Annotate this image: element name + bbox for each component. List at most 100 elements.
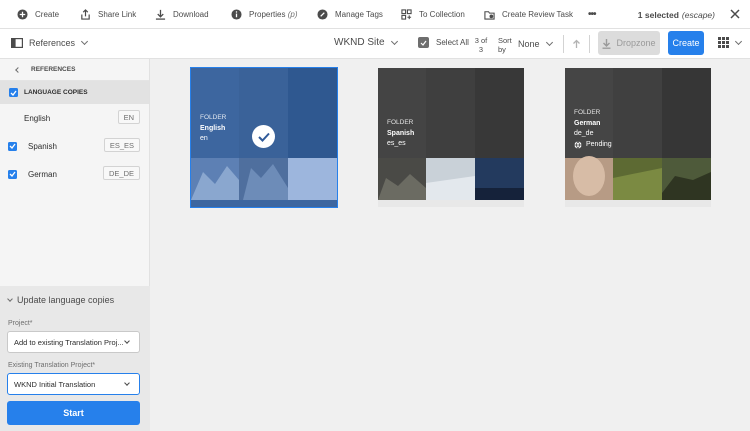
chevron-down-icon: [734, 37, 743, 45]
dropzone-button[interactable]: Dropzone: [598, 31, 660, 55]
folder-meta: FOLDER English en: [200, 113, 226, 145]
share-link-action[interactable]: Share Link: [80, 0, 136, 29]
references-header-label: REFERENCES: [31, 66, 76, 73]
review-task-icon: [484, 9, 495, 20]
folder-code: de_de: [574, 130, 594, 137]
folder-card-spanish[interactable]: FOLDER Spanish es_es: [378, 68, 524, 207]
card-footer: [191, 200, 337, 207]
sort-select-value: None: [518, 39, 540, 49]
globe-icon: [574, 141, 582, 149]
content-bar: References WKND Site Select All 3 of 3 S…: [0, 29, 750, 59]
add-circle-icon: [17, 9, 28, 20]
item-count-line2: 3: [478, 45, 484, 54]
language-copies-label: LANGUAGE COPIES: [24, 89, 88, 96]
create-action[interactable]: Create: [17, 0, 59, 29]
download-action[interactable]: Download: [155, 0, 209, 29]
chevron-down-icon: [7, 295, 13, 302]
checkmark-icon[interactable]: [252, 125, 275, 148]
existing-project-value: WKND Initial Translation: [14, 379, 96, 389]
chevron-down-icon: [124, 380, 130, 386]
divider: [589, 35, 590, 53]
item-count-line1: 3 of: [474, 36, 488, 45]
share-icon: [80, 9, 91, 20]
to-collection-label: To Collection: [419, 10, 465, 19]
update-language-copies-title: Update language copies: [17, 295, 115, 305]
folder-type: FOLDER: [200, 114, 227, 121]
folder-card-english[interactable]: FOLDER English en: [190, 67, 338, 208]
create-action-label: Create: [35, 10, 60, 19]
folder-status: Pending: [574, 140, 612, 151]
checkbox-checked-icon: [9, 88, 18, 97]
item-count: 3 of 3: [474, 36, 488, 54]
grid-view-icon: [718, 37, 729, 48]
divider: [563, 35, 564, 53]
download-icon: [155, 9, 166, 20]
select-all-label: Select All: [436, 38, 469, 47]
sort-direction-icon[interactable]: [572, 39, 581, 49]
properties-label: Properties: [249, 10, 286, 19]
language-name: Spanish: [28, 141, 57, 151]
site-breadcrumb-label: WKND Site: [334, 37, 385, 48]
chevron-down-icon: [390, 37, 398, 45]
close-icon[interactable]: [729, 8, 741, 20]
update-language-copies-toggle[interactable]: Update language copies: [7, 295, 115, 305]
project-select[interactable]: Add to existing Translation Proj...: [7, 331, 140, 353]
create-review-task-action[interactable]: Create Review Task: [484, 0, 573, 29]
properties-shortcut: (p): [287, 10, 298, 19]
language-copies-header[interactable]: LANGUAGE COPIES: [0, 81, 149, 104]
chevron-down-icon: [124, 338, 130, 344]
share-link-label: Share Link: [98, 10, 137, 19]
language-name: German: [28, 169, 57, 179]
existing-project-select[interactable]: WKND Initial Translation: [7, 373, 140, 395]
project-label: Project*: [8, 320, 33, 327]
folder-meta: FOLDER Spanish es_es: [387, 118, 414, 150]
folder-name: Spanish: [387, 129, 415, 137]
rail-selector[interactable]: References: [11, 37, 89, 48]
chevron-down-icon: [545, 38, 553, 47]
folder-card-german[interactable]: FOLDER German de_de Pending: [565, 68, 711, 207]
start-button[interactable]: Start: [7, 401, 140, 425]
project-select-value: Add to existing Translation Proj...: [14, 337, 124, 347]
language-row-german[interactable]: German DE_DE: [0, 160, 149, 188]
select-all-icon: [418, 37, 429, 48]
download-icon: [602, 38, 611, 49]
language-row-english[interactable]: English EN: [0, 104, 149, 132]
selection-count-text: 1 selected: [637, 9, 679, 20]
folder-name: English: [200, 124, 226, 132]
properties-action[interactable]: Properties (p): [231, 0, 297, 29]
folder-code: en: [200, 135, 208, 142]
selection-count: 1 selected (escape): [638, 0, 715, 29]
existing-project-label: Existing Translation Project*: [8, 362, 96, 369]
to-collection-action[interactable]: To Collection: [401, 0, 465, 29]
site-breadcrumb[interactable]: WKND Site: [334, 37, 398, 48]
folder-code: es_es: [387, 140, 406, 147]
more-icon[interactable]: •••: [588, 0, 596, 29]
download-label: Download: [173, 10, 209, 19]
checkbox-checked-icon[interactable]: [8, 169, 17, 179]
manage-tags-action[interactable]: Manage Tags: [317, 0, 383, 29]
rail-icon: [11, 38, 23, 48]
folder-meta: FOLDER German de_de Pending: [574, 108, 612, 150]
view-switcher[interactable]: [718, 37, 743, 48]
info-icon: [231, 9, 242, 20]
folder-name: German: [574, 119, 601, 127]
escape-hint: (escape): [681, 9, 715, 20]
language-code-badge: EN: [117, 110, 140, 124]
card-footer: [378, 200, 524, 207]
language-name: English: [24, 113, 51, 123]
sort-select[interactable]: None: [518, 38, 553, 49]
select-all-button[interactable]: Select All: [418, 37, 469, 48]
folder-status-text: Pending: [586, 140, 612, 148]
manage-tags-label: Manage Tags: [335, 10, 383, 19]
language-code-badge: DE_DE: [102, 166, 140, 180]
dropzone-label: Dropzone: [616, 38, 656, 48]
create-review-task-label: Create Review Task: [502, 10, 573, 19]
references-rail: REFERENCES LANGUAGE COPIES English EN Sp…: [0, 59, 150, 431]
create-button[interactable]: Create: [668, 31, 704, 55]
references-header[interactable]: REFERENCES: [0, 59, 149, 81]
language-row-spanish[interactable]: Spanish ES_ES: [0, 132, 149, 160]
sort-by-line2: by: [498, 45, 506, 54]
checkbox-checked-icon[interactable]: [8, 141, 17, 151]
folder-type: FOLDER: [387, 119, 414, 126]
update-language-copies-panel: Update language copies Project* Add to e…: [0, 286, 150, 431]
